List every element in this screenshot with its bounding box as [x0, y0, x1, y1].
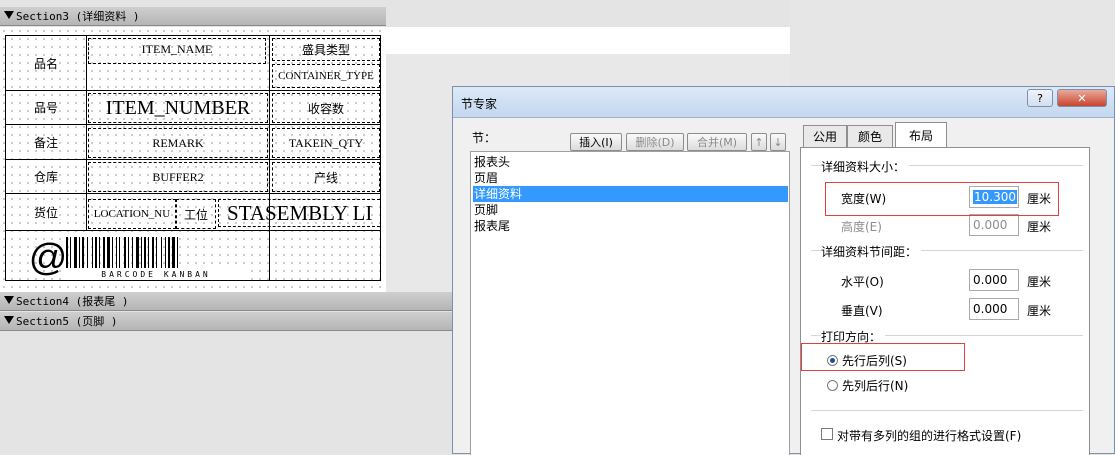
horizontal-label: 水平(O)	[841, 275, 884, 289]
collapse-triangle-icon[interactable]	[4, 11, 14, 19]
location-field[interactable]: LOCATION_NU	[88, 199, 176, 229]
section4-bar[interactable]: Section4 (报表尾 )	[0, 292, 454, 311]
vertical-label: 垂直(V)	[841, 304, 883, 318]
capacity-label[interactable]: 收容数	[272, 93, 380, 123]
height-unit: 厘米	[1027, 220, 1052, 234]
multi-column-label[interactable]: 对带有多列的组的进行格式设置(F)	[837, 427, 1021, 444]
section-item-page-header[interactable]: 页眉	[473, 170, 788, 186]
detail-section-paper: 品名 品号 备注 仓库 货位 ITEM_NAME 盛具类型 CONTAINER_…	[0, 27, 386, 292]
close-button[interactable]: ✕	[1057, 89, 1107, 107]
highlight-box	[801, 343, 965, 371]
assembly-field[interactable]: STASEMBLY LI	[218, 199, 380, 227]
item-name-field[interactable]: ITEM_NAME	[88, 38, 266, 64]
insert-button[interactable]: 插入(I)	[570, 133, 622, 151]
section3-bar[interactable]: Section3 (详细资料 )	[0, 7, 386, 26]
vertical-unit: 厘米	[1027, 304, 1052, 318]
height-input[interactable]: 0.000	[969, 214, 1019, 236]
station-label[interactable]: 工位	[176, 199, 216, 229]
spacing-title: 详细资料节间距：	[821, 243, 922, 260]
container-type-label[interactable]: 盛具类型	[272, 38, 380, 61]
takein-qty-field[interactable]: TAKEIN_QTY	[272, 128, 380, 158]
vertical-input[interactable]: 0.000	[969, 298, 1019, 320]
item-name-label: 品名	[33, 56, 58, 71]
collapse-triangle-icon[interactable]	[4, 296, 14, 304]
group-divider	[811, 410, 1083, 411]
section3-title: Section3 (详细资料 )	[16, 10, 140, 23]
tab-layout[interactable]: 布局	[895, 122, 947, 148]
section-item-report-header[interactable]: 报表头	[473, 154, 788, 170]
dialog-titlebar[interactable]: 节专家 ? ✕	[453, 87, 1114, 118]
move-up-icon[interactable]: ↑	[751, 133, 767, 151]
merge-button[interactable]: 合并(M)	[687, 133, 747, 151]
grid-line	[86, 35, 87, 231]
col-first-radio[interactable]	[827, 380, 838, 391]
col-first-label[interactable]: 先列后行(N)	[842, 377, 908, 394]
warehouse-label: 仓库	[33, 170, 58, 184]
grid-line	[380, 35, 381, 281]
item-number-field[interactable]: ITEM_NUMBER	[88, 93, 268, 123]
dialog-title: 节专家	[461, 97, 498, 111]
section-item-details[interactable]: 详细资料	[473, 186, 788, 202]
horizontal-input[interactable]: 0.000	[969, 269, 1019, 291]
grid-line	[5, 280, 380, 281]
item-number-label: 品号	[33, 101, 58, 115]
horizontal-unit: 厘米	[1027, 275, 1052, 289]
buffer-field[interactable]: BUFFER2	[88, 162, 268, 192]
tab-common[interactable]: 公用	[803, 125, 847, 147]
section4-title: Section4 (报表尾 )	[16, 295, 129, 308]
remark-label: 备注	[33, 135, 58, 150]
grid-line	[5, 230, 380, 231]
delete-button[interactable]: 删除(D)	[626, 133, 684, 151]
page-area	[386, 27, 790, 54]
section-item-page-footer[interactable]: 页脚	[473, 202, 788, 218]
highlight-box	[825, 182, 1059, 216]
barcode-at-symbol[interactable]: @	[28, 237, 68, 279]
container-type-field[interactable]: CONTAINER_TYPE	[272, 64, 380, 88]
section-list-label: 节：	[472, 131, 497, 145]
section-item-report-footer[interactable]: 报表尾	[473, 218, 788, 234]
grid-line	[269, 35, 270, 281]
layout-tab-panel: 详细资料大小： 宽度(W) 10.300 厘米 高度(E) 0.000 厘米 详…	[800, 147, 1090, 455]
help-button[interactable]: ?	[1027, 89, 1053, 107]
section5-bar[interactable]: Section5 (页脚 )	[0, 312, 454, 331]
tab-color[interactable]: 颜色	[847, 125, 893, 147]
production-line-label[interactable]: 产线	[272, 162, 380, 192]
height-label: 高度(E)	[841, 220, 882, 234]
section-list[interactable]: 报表头 页眉 详细资料 页脚 报表尾	[470, 151, 790, 455]
multi-column-checkbox[interactable]	[821, 428, 833, 440]
section-expert-dialog: 节专家 ? ✕ 节： 插入(I) 删除(D) 合并(M) ↑ ↓ 报表头 页眉 …	[452, 86, 1115, 455]
move-down-icon[interactable]: ↓	[770, 133, 786, 151]
section5-title: Section5 (页脚 )	[16, 315, 118, 328]
location-label: 货位	[33, 205, 58, 220]
detail-size-title: 详细资料大小：	[821, 158, 910, 175]
barcode-text: BARCODE KANBAN	[66, 268, 246, 280]
collapse-triangle-icon[interactable]	[4, 316, 14, 324]
remark-field[interactable]: REMARK	[88, 128, 268, 158]
